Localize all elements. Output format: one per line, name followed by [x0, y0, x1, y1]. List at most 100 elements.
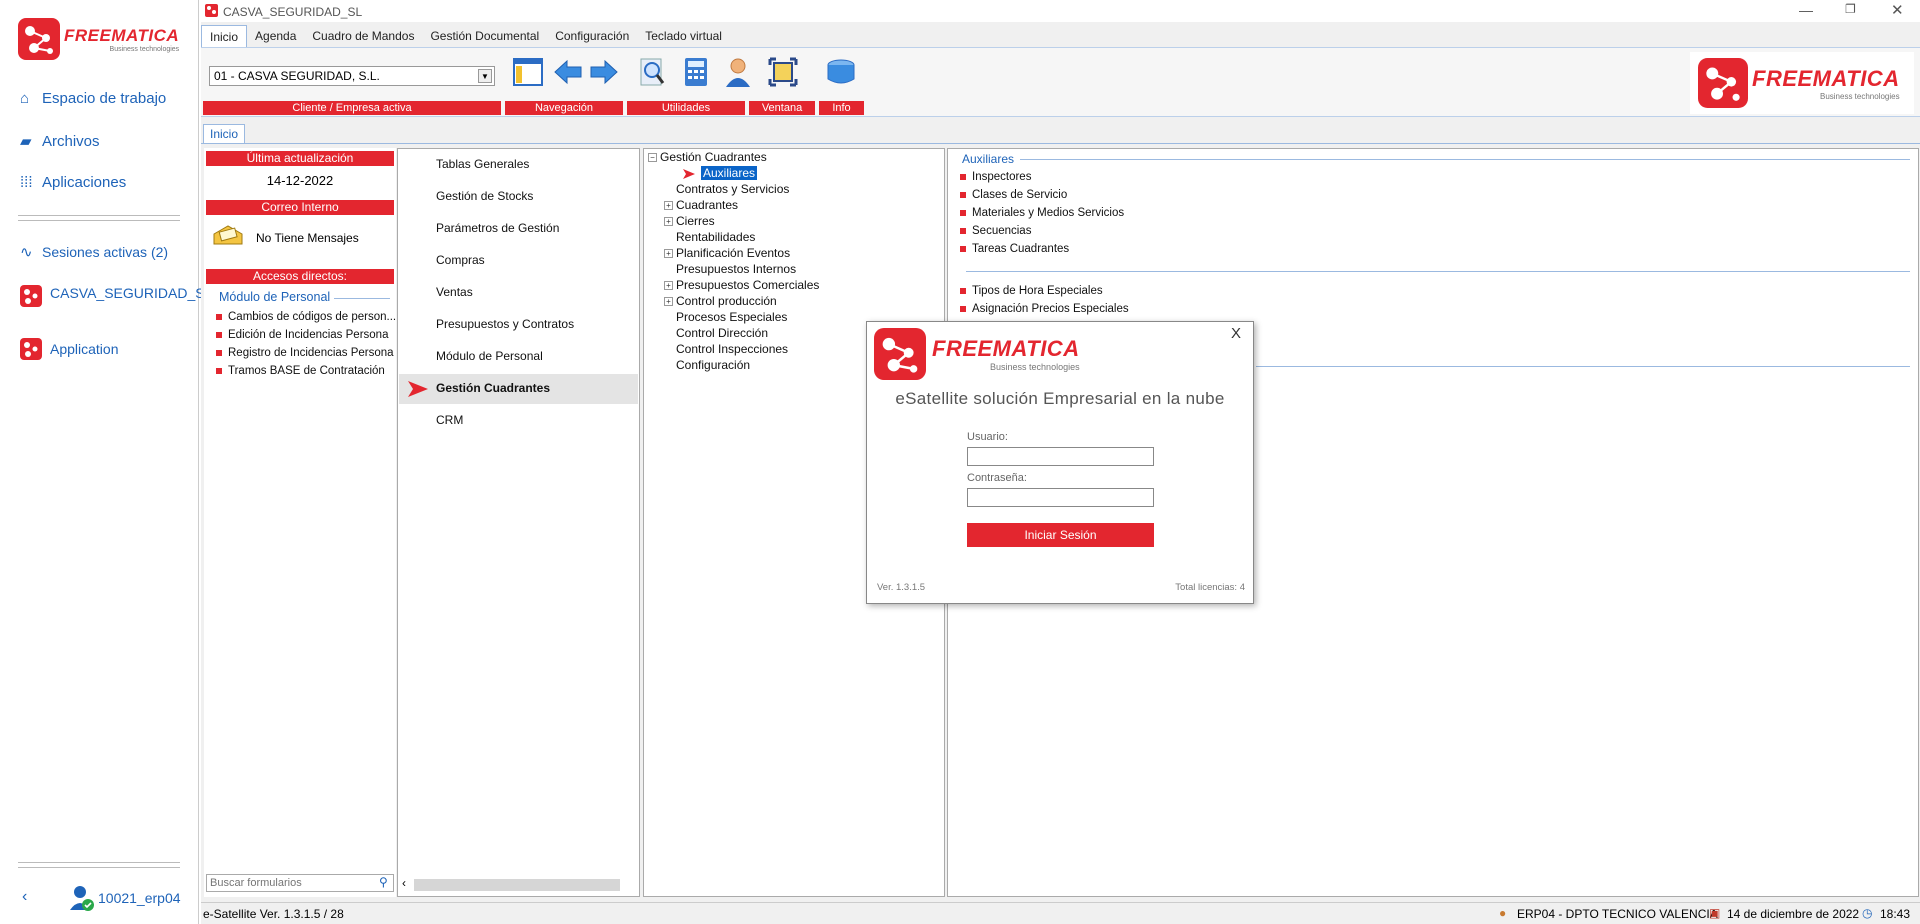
aux-item[interactable]: Clases de Servicio	[960, 189, 1067, 201]
ribbon-brand-name: FREEMATICA	[1752, 65, 1900, 91]
tree-item[interactable]: + Cuadrantes	[664, 198, 738, 212]
module-item[interactable]: Ventas	[436, 285, 473, 299]
user-status-icon: ●	[1499, 906, 1507, 920]
tree-item[interactable]: + Cierres	[664, 214, 715, 228]
aux-item[interactable]: Tipos de Hora Especiales	[960, 285, 1103, 297]
tab-inicio[interactable]: Inicio	[203, 124, 246, 143]
nav-applications[interactable]: ⁞⁞⁞ Aplicaciones	[20, 174, 126, 191]
menu-inicio[interactable]: Inicio	[201, 25, 248, 47]
module-item[interactable]: Módulo de Personal	[436, 349, 543, 363]
aux-item[interactable]: Materiales y Medios Servicios	[960, 207, 1124, 219]
bullet-icon	[216, 367, 222, 374]
module-item[interactable]: CRM	[436, 413, 463, 427]
freematica-logo-icon	[18, 18, 60, 60]
shortcut-item[interactable]: Cambios de códigos de person...	[216, 311, 396, 323]
ribbon-brand-logo: FREEMATICA Business technologies	[1690, 52, 1914, 114]
last-update-header: Última actualización	[206, 151, 394, 166]
selected-arrow-icon	[683, 169, 695, 179]
tree-item-auxiliares[interactable]: Auxiliares	[701, 166, 758, 180]
menu-configuracion[interactable]: Configuración	[547, 25, 637, 47]
folder-icon: ▰	[20, 133, 32, 150]
menu-gestion-documental[interactable]: Gestión Documental	[422, 25, 547, 47]
nav-workspace[interactable]: ⌂ Espacio de trabajo	[20, 90, 166, 107]
login-button[interactable]: Iniciar Sesión	[967, 523, 1154, 547]
tab-underline	[201, 143, 1920, 144]
menu-agenda[interactable]: Agenda	[247, 25, 304, 47]
tree-item[interactable]: Contratos y Servicios	[664, 182, 789, 196]
shortcut-item[interactable]: Registro de Incidencias Persona	[216, 347, 394, 359]
username-field[interactable]	[967, 447, 1154, 466]
active-sessions[interactable]: ∿ Sesiones activas (2)	[20, 243, 168, 261]
tree-item[interactable]: Control Inspecciones	[664, 342, 788, 356]
auxiliares-title: Auxiliares	[962, 152, 1015, 166]
forward-button[interactable]	[587, 55, 621, 89]
tree-item[interactable]: + Presupuestos Comerciales	[664, 278, 819, 292]
shortcut-item[interactable]: Edición de Incidencias Persona	[216, 329, 388, 341]
company-select[interactable]: 01 - CASVA SEGURIDAD, S.L. ▼	[209, 66, 495, 86]
close-dialog-icon[interactable]: X	[1231, 325, 1241, 342]
login-brand-name: FREEMATICA	[932, 336, 1080, 361]
fullscreen-button[interactable]	[766, 55, 800, 89]
expand-icon: +	[664, 201, 673, 211]
collapse-chevron-icon[interactable]: ‹	[22, 888, 27, 906]
password-field[interactable]	[967, 488, 1154, 507]
info-button[interactable]	[824, 55, 858, 89]
freematica-logo-icon	[874, 328, 926, 380]
aux-item[interactable]: Secuencias	[960, 225, 1031, 237]
menu-teclado-virtual[interactable]: Teclado virtual	[637, 25, 730, 47]
horizontal-scrollbar[interactable]	[414, 879, 620, 891]
back-button[interactable]	[551, 55, 585, 89]
grid-icon: ⁞⁞⁞	[20, 174, 33, 191]
bullet-icon	[960, 173, 966, 180]
bullet-icon	[216, 313, 222, 320]
shortcut-item[interactable]: Tramos BASE de Contratación	[216, 365, 385, 377]
tree-item[interactable]: Presupuestos Internos	[664, 262, 796, 276]
brand-name: FREEMATICA	[64, 25, 180, 45]
close-window-icon[interactable]: ✕	[1891, 1, 1904, 19]
session-casva[interactable]: CASVA_SEGURIDAD_SL	[20, 285, 212, 307]
tree-item[interactable]: Rentabilidades	[664, 230, 755, 244]
session-application[interactable]: Application	[20, 338, 119, 360]
divider	[18, 220, 180, 221]
aux-item[interactable]: Tareas Cuadrantes	[960, 243, 1069, 255]
nav-files-label: Archivos	[42, 132, 100, 150]
module-item[interactable]: Gestión de Stocks	[436, 189, 533, 203]
search-icon[interactable]: ⚲	[379, 875, 388, 889]
window-panel-button[interactable]	[511, 55, 545, 89]
nav-files[interactable]: ▰ Archivos	[20, 132, 100, 151]
database-icon	[827, 59, 855, 84]
company-select-value: 01 - CASVA SEGURIDAD, S.L.	[214, 69, 380, 83]
module-item[interactable]: Parámetros de Gestión	[436, 221, 559, 235]
tree-root[interactable]: − Gestión Cuadrantes	[648, 150, 767, 164]
aux-item[interactable]: Inspectores	[960, 171, 1031, 183]
login-brand-subtitle: Business technologies	[990, 362, 1080, 372]
status-time: 18:43	[1880, 907, 1911, 921]
tree-item[interactable]: Configuración	[664, 358, 750, 372]
restore-icon[interactable]: ❐	[1845, 2, 1856, 16]
user-tool-button[interactable]	[721, 55, 755, 89]
scroll-left-icon[interactable]: ‹	[402, 876, 412, 890]
calculator-button[interactable]	[679, 55, 713, 89]
person-icon	[726, 58, 750, 87]
expand-icon: +	[664, 281, 673, 291]
module-item[interactable]: Presupuestos y Contratos	[436, 317, 574, 331]
tree-item[interactable]: + Planificación Eventos	[664, 246, 790, 260]
brand-logo: FREEMATICA Business technologies	[18, 18, 179, 60]
search-forms-input[interactable]	[206, 874, 394, 892]
module-item[interactable]: Tablas Generales	[436, 157, 529, 171]
module-item[interactable]: Compras	[436, 253, 485, 267]
tree-item[interactable]: Procesos Especiales	[664, 310, 787, 324]
divider	[966, 271, 1910, 272]
search-tool-button[interactable]	[635, 55, 669, 89]
group-label-navegacion: Navegación	[505, 101, 623, 115]
minimize-icon[interactable]: —	[1799, 2, 1813, 18]
aux-item[interactable]: Asignación Precios Especiales	[960, 303, 1129, 315]
ribbon: 01 - CASVA SEGURIDAD, S.L. ▼ Cliente / E…	[201, 47, 1920, 117]
tree-item[interactable]: + Control producción	[664, 294, 777, 308]
selected-arrow-icon	[408, 381, 428, 397]
module-item-selected[interactable]: Gestión Cuadrantes	[436, 381, 550, 395]
menu-cuadro-de-mandos[interactable]: Cuadro de Mandos	[304, 25, 422, 47]
tree-item[interactable]: Control Dirección	[664, 326, 768, 340]
user-account[interactable]: 10021_erp04	[70, 884, 181, 912]
group-label-ventana: Ventana	[749, 101, 815, 115]
